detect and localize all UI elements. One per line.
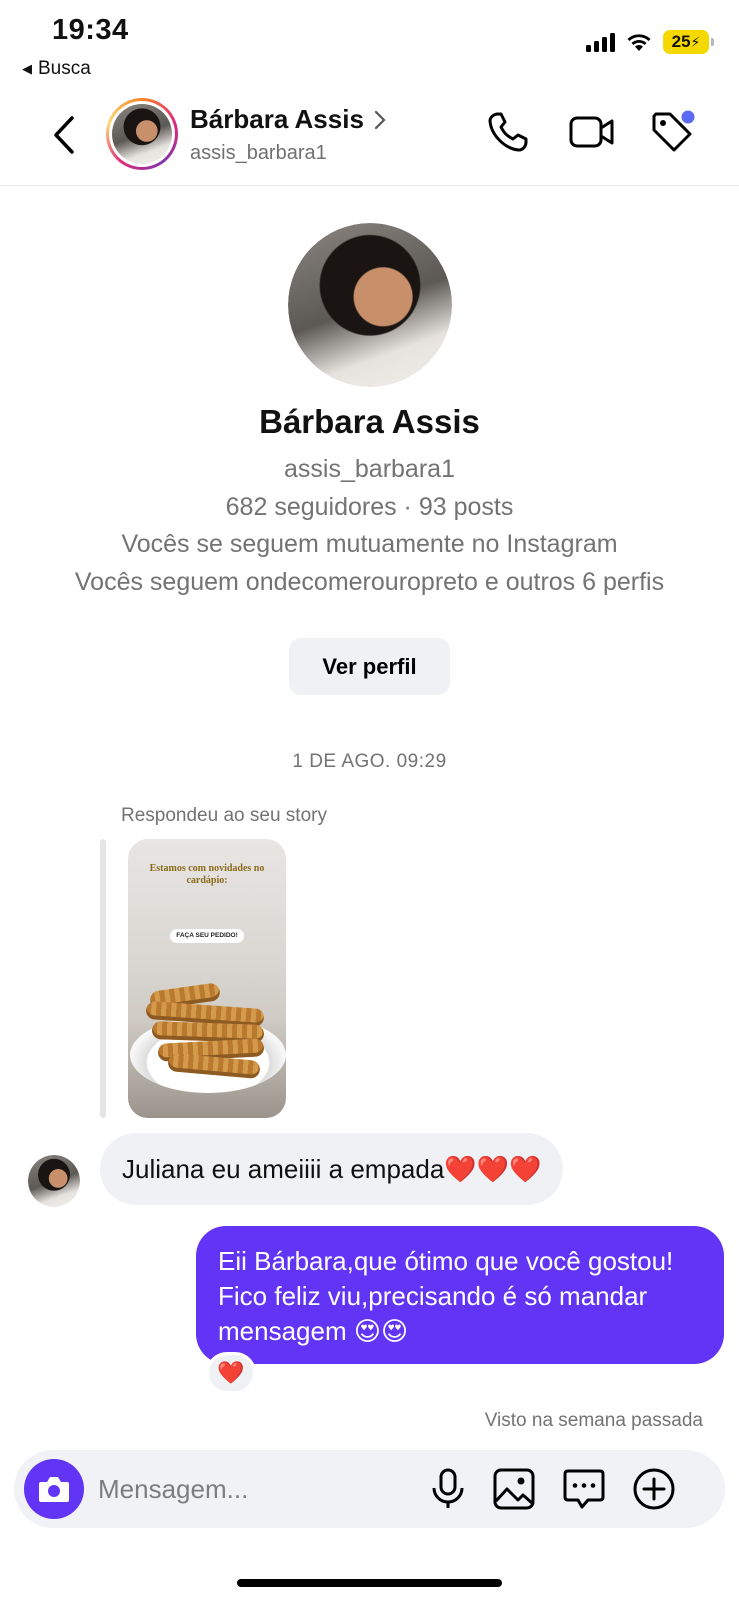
phone-icon[interactable] xyxy=(484,108,532,156)
message-reaction[interactable]: ❤️ xyxy=(206,1352,256,1394)
outgoing-message-text: Eii Bárbara,que ótimo que você gostou! F… xyxy=(218,1246,674,1346)
sticker-chat-icon[interactable] xyxy=(562,1467,606,1511)
gallery-icon[interactable] xyxy=(492,1467,536,1511)
back-to-app[interactable]: ◀ Busca xyxy=(22,58,91,80)
back-triangle-icon: ◀ xyxy=(22,61,32,76)
mutual-follow-text: Vocês se seguem mutuamente no Instagram xyxy=(121,530,618,558)
battery-indicator: 25 ⚡ xyxy=(663,30,714,54)
plus-icon[interactable] xyxy=(632,1467,676,1511)
mutual-following-text: Vocês seguem ondecomerouropreto e outros… xyxy=(74,568,665,596)
wifi-icon xyxy=(627,34,651,51)
heart-reaction-icon: ❤️ xyxy=(217,1360,245,1385)
camera-icon xyxy=(39,1477,69,1502)
video-camera-icon[interactable] xyxy=(568,108,616,156)
status-icons: 25 ⚡ xyxy=(586,30,714,54)
incoming-message[interactable]: Juliana eu ameiiii a empada❤️❤️❤️ xyxy=(100,1133,564,1205)
reply-indicator-bar xyxy=(100,839,106,1118)
back-arrow-icon[interactable] xyxy=(46,112,86,158)
profile-stats: 682 seguidores · 93 posts xyxy=(225,493,514,521)
date-separator: 1 DE AGO. 09:29 xyxy=(292,751,447,772)
profile-name: Bárbara Assis xyxy=(259,403,480,440)
incoming-message-text: Juliana eu ameiiii a empada❤️❤️❤️ xyxy=(122,1153,542,1184)
charging-bolt-icon: ⚡ xyxy=(690,33,701,50)
back-app-label: Busca xyxy=(38,58,91,79)
profile-username: assis_barbara1 xyxy=(284,455,455,483)
profile-photo[interactable] xyxy=(288,223,452,387)
header-name-label: Bárbara Assis xyxy=(190,104,364,134)
outgoing-message[interactable]: Eii Bárbara,que ótimo que você gostou! F… xyxy=(196,1226,724,1364)
chevron-right-icon xyxy=(374,110,386,129)
message-input[interactable] xyxy=(98,1468,398,1510)
chat-header: Bárbara Assis assis_barbara1 xyxy=(0,90,739,186)
microphone-icon[interactable] xyxy=(426,1467,470,1511)
header-avatar[interactable] xyxy=(106,98,178,170)
camera-button[interactable] xyxy=(24,1459,84,1519)
header-username: assis_barbara1 xyxy=(190,142,327,164)
story-link-sticker: FAÇA SEU PEDIDO! xyxy=(170,929,244,943)
message-composer xyxy=(14,1450,725,1528)
header-name[interactable]: Bárbara Assis xyxy=(190,104,386,135)
home-indicator[interactable] xyxy=(237,1579,502,1587)
story-thumbnail[interactable]: Estamos com novidades no cardápio: FAÇA … xyxy=(128,839,286,1118)
signal-icon xyxy=(586,32,615,52)
tag-icon[interactable] xyxy=(648,108,696,156)
battery-level: 25 xyxy=(671,32,691,51)
avatar-photo xyxy=(112,104,172,164)
view-profile-button[interactable]: Ver perfil xyxy=(289,638,450,695)
profile-photo-image xyxy=(288,223,452,387)
story-headline: Estamos com novidades no cardápio: xyxy=(149,863,265,886)
status-time: 19:34 xyxy=(52,14,129,46)
story-reply-note: Respondeu ao seu story xyxy=(121,805,327,826)
sender-avatar-photo xyxy=(28,1155,80,1207)
sender-avatar[interactable] xyxy=(28,1155,80,1207)
seen-status: Visto na semana passada xyxy=(484,1410,703,1431)
